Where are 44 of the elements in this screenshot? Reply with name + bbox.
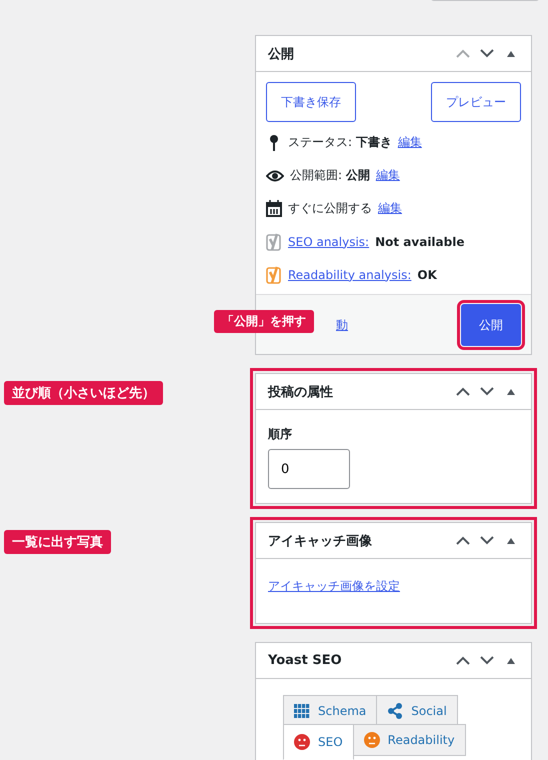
panel-title: 投稿の属性 (268, 384, 334, 400)
eye-icon (266, 170, 284, 182)
annotation-label: 「公開」を押す (214, 310, 314, 333)
edit-link[interactable]: 編集 (376, 167, 400, 184)
annotation-label: 一覧に出す写真 (4, 530, 111, 554)
status-text: 公開範囲: 公開 (290, 167, 370, 184)
grid-icon (294, 704, 310, 718)
analysis-link[interactable]: SEO analysis: (288, 234, 370, 248)
analysis-result: Not available (375, 234, 464, 248)
chevron-down-icon (480, 387, 494, 396)
trash-link[interactable]: 動 (336, 316, 348, 334)
edit-link[interactable]: 編集 (398, 134, 422, 151)
share-icon (387, 703, 404, 719)
chevron-down-icon (480, 536, 494, 545)
save-draft-button[interactable]: 下書き保存 (266, 82, 356, 122)
status-text: すぐに公開する (288, 200, 372, 217)
preview-button[interactable]: プレビュー (431, 82, 521, 122)
panel-title: アイキャッチ画像 (268, 532, 373, 550)
chevron-down-icon (480, 656, 494, 665)
analysis-tab[interactable]: Schema (283, 695, 378, 727)
chevron-down-icon (480, 49, 494, 58)
analysis-tab[interactable]: Readability (352, 724, 466, 756)
analysis-tab[interactable]: Social (376, 695, 458, 727)
panel-title: Yoast SEO (268, 653, 343, 668)
edit-link[interactable]: 編集 (378, 200, 402, 217)
set-image-link[interactable]: アイキャッチ画像を設定 (268, 579, 400, 593)
annotation-label: 並び順（小さいほど先） (4, 381, 163, 405)
triangle-icon (507, 388, 515, 394)
triangle-icon (507, 538, 515, 544)
analysis-tab[interactable]: SEO (283, 724, 354, 760)
analysis-link[interactable]: Readability analysis: (288, 268, 412, 282)
publish-button[interactable]: 公開 (461, 304, 521, 346)
status-text: ステータス: 下書き (288, 134, 392, 151)
triangle-icon (507, 658, 515, 664)
chevron-up-icon (456, 656, 470, 665)
triangle-icon (507, 50, 515, 56)
analysis-result: OK (417, 268, 437, 282)
order-input[interactable]: 0 (268, 449, 350, 489)
chevron-up-icon (456, 536, 470, 545)
field-label: 順序 (268, 426, 293, 443)
calendar-icon (266, 200, 282, 217)
chevron-up-icon (456, 387, 470, 396)
chevron-up-icon (456, 49, 470, 58)
panel-title: 公開 (268, 46, 295, 62)
